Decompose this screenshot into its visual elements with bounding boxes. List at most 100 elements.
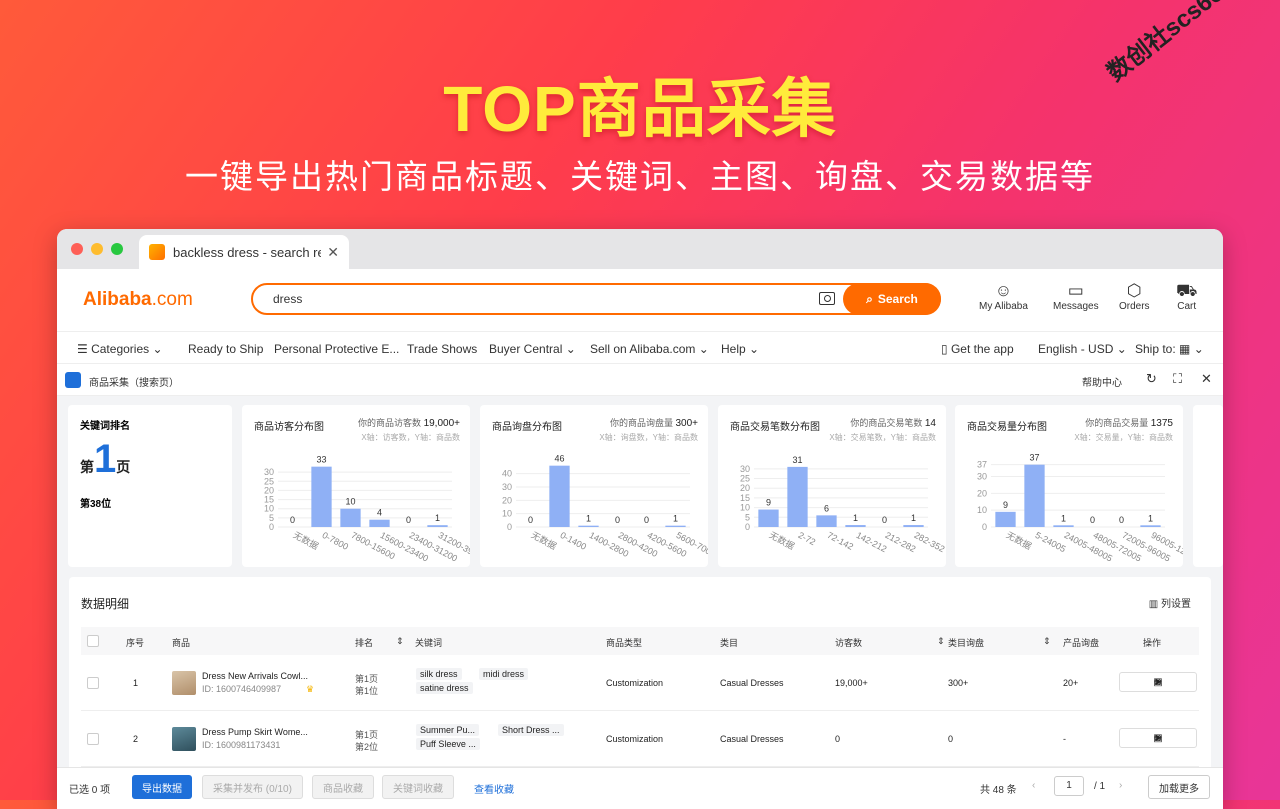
favorite-product-button[interactable]: 商品收藏 bbox=[312, 775, 374, 799]
y-tick-label: 20 bbox=[264, 485, 274, 495]
y-tick-label: 30 bbox=[977, 471, 987, 481]
search-icon: ⌕ bbox=[866, 292, 873, 307]
messages-link[interactable]: ▭Messages bbox=[1053, 281, 1099, 312]
page-input[interactable]: 1 bbox=[1054, 776, 1084, 796]
row-checkbox[interactable] bbox=[87, 677, 99, 689]
orders-icon: ⬡ bbox=[1119, 281, 1150, 301]
nav-ppe[interactable]: Personal Protective E... bbox=[274, 342, 399, 356]
chart-title: 商品询盘分布图 bbox=[492, 418, 562, 433]
sort-icon[interactable]: ⇕ bbox=[396, 636, 404, 647]
nav-trade-shows[interactable]: Trade Shows bbox=[407, 342, 477, 356]
y-tick-label: 10 bbox=[264, 504, 274, 514]
y-tick-label: 5 bbox=[745, 512, 750, 522]
bar bbox=[758, 510, 778, 527]
help-center-link[interactable]: 帮助中心 bbox=[1082, 374, 1122, 389]
chart-axis-note: X轴：交易量，Y轴：商品数 bbox=[1074, 432, 1173, 443]
plugin-logo-icon bbox=[65, 372, 81, 388]
fullscreen-icon[interactable]: ⛶ bbox=[1173, 371, 1182, 387]
data-label: 0 bbox=[406, 515, 411, 525]
y-tick-label: 0 bbox=[269, 522, 274, 532]
y-tick-label: 15 bbox=[264, 495, 274, 505]
data-label: 4 bbox=[377, 508, 382, 518]
site-header: Alibaba.com dress ⌕Search ☺My Alibaba ▭M… bbox=[57, 269, 1223, 331]
export-button[interactable]: 导出数据 bbox=[132, 775, 192, 799]
ship-to-select[interactable]: Ship to: ▦ ⌄ bbox=[1135, 342, 1204, 356]
close-tab-icon[interactable]: ✕ bbox=[327, 244, 339, 261]
col-actions: 操作 bbox=[1143, 636, 1161, 649]
title-bar: backless dress - search re ✕ bbox=[57, 229, 1223, 269]
sort-icon[interactable]: ⇕ bbox=[937, 636, 945, 647]
nav-buyer-central[interactable]: Buyer Central ⌄ bbox=[489, 342, 576, 356]
data-label: 0 bbox=[1090, 515, 1095, 525]
row-checkbox[interactable] bbox=[87, 733, 99, 745]
nav-categories[interactable]: ☰ Categories ⌄ bbox=[77, 342, 163, 356]
nav-help[interactable]: Help ⌄ bbox=[721, 342, 759, 356]
camera-icon[interactable] bbox=[819, 292, 835, 305]
search-input[interactable]: dress bbox=[273, 292, 302, 306]
product-inquiry: 20+ bbox=[1063, 678, 1078, 688]
y-tick-label: 10 bbox=[977, 505, 987, 515]
y-tick-label: 10 bbox=[740, 503, 750, 513]
collect-publish-button[interactable]: 采集并发布 (0/10) bbox=[202, 775, 303, 799]
bar bbox=[1024, 465, 1044, 527]
sort-icon[interactable]: ⇕ bbox=[1043, 636, 1051, 647]
y-tick-label: 0 bbox=[507, 522, 512, 532]
y-tick-label: 40 bbox=[502, 469, 512, 479]
data-label: 46 bbox=[554, 454, 564, 464]
minimize-window-button[interactable] bbox=[91, 243, 103, 255]
bar bbox=[903, 525, 923, 527]
view-favorites-link[interactable]: 查看收藏 bbox=[474, 781, 514, 796]
col-visitors[interactable]: 访客数 bbox=[835, 636, 862, 649]
cart-link[interactable]: ⛟Cart bbox=[1176, 281, 1197, 312]
favicon-icon bbox=[149, 244, 165, 260]
row-actions: ⊕▤➤ bbox=[1119, 672, 1197, 692]
product-category: Casual Dresses bbox=[720, 678, 784, 688]
browser-tab[interactable]: backless dress - search re ✕ bbox=[139, 235, 349, 269]
x-tick-label: 142-212 bbox=[855, 530, 889, 554]
settings-icon: ▥ bbox=[1149, 599, 1158, 610]
data-label: 1 bbox=[1061, 513, 1066, 523]
col-index: 序号 bbox=[126, 636, 144, 649]
nav-ready-to-ship[interactable]: Ready to Ship bbox=[188, 342, 263, 356]
data-label: 10 bbox=[345, 497, 355, 507]
nav-sell[interactable]: Sell on Alibaba.com ⌄ bbox=[590, 342, 709, 356]
rank-position: 第2位 bbox=[355, 740, 378, 753]
chart-summary: 你的商品交易笔数 14 bbox=[850, 416, 936, 429]
col-cat-inquiry[interactable]: 类目询盘 bbox=[948, 636, 984, 649]
send-icon[interactable]: ➤ bbox=[1154, 677, 1162, 688]
product-name[interactable]: Dress Pump Skirt Wome... bbox=[202, 727, 308, 737]
y-tick-label: 0 bbox=[982, 522, 987, 532]
refresh-icon[interactable]: ↻ bbox=[1146, 371, 1157, 387]
favorite-keyword-button[interactable]: 关键词收藏 bbox=[382, 775, 454, 799]
close-icon[interactable]: ✕ bbox=[1201, 371, 1212, 387]
send-icon[interactable]: ➤ bbox=[1154, 733, 1162, 744]
product-thumbnail[interactable] bbox=[172, 671, 196, 695]
bar bbox=[340, 509, 360, 527]
product-thumbnail[interactable] bbox=[172, 727, 196, 751]
chart-axis-note: X轴：交易笔数，Y轴：商品数 bbox=[829, 432, 936, 443]
y-tick-label: 15 bbox=[740, 493, 750, 503]
alibaba-logo[interactable]: Alibaba.com bbox=[83, 289, 193, 311]
select-all-checkbox[interactable] bbox=[87, 635, 99, 647]
load-more-button[interactable]: 加载更多 bbox=[1148, 775, 1210, 799]
prev-page-icon[interactable]: ‹ bbox=[1032, 780, 1035, 791]
close-window-button[interactable] bbox=[71, 243, 83, 255]
bar bbox=[995, 512, 1015, 527]
bar bbox=[787, 467, 807, 527]
product-id: ID: 1600746409987 bbox=[202, 684, 281, 694]
language-select[interactable]: English - USD ⌄ bbox=[1038, 342, 1127, 356]
orders-link[interactable]: ⬡Orders bbox=[1119, 281, 1150, 312]
row-index: 1 bbox=[133, 678, 138, 688]
bar bbox=[816, 515, 836, 527]
col-category: 类目 bbox=[720, 636, 738, 649]
my-alibaba-link[interactable]: ☺My Alibaba bbox=[979, 281, 1028, 312]
next-page-icon[interactable]: › bbox=[1119, 780, 1122, 791]
column-settings-button[interactable]: ▥ 列设置 bbox=[1149, 595, 1191, 610]
maximize-window-button[interactable] bbox=[111, 243, 123, 255]
product-inquiry: - bbox=[1063, 734, 1066, 744]
hero-subtitle: 一键导出热门商品标题、关键词、主图、询盘、交易数据等 bbox=[0, 150, 1280, 198]
col-rank[interactable]: 排名 bbox=[355, 636, 373, 649]
get-app-link[interactable]: ▯ Get the app bbox=[941, 342, 1014, 356]
product-name[interactable]: Dress New Arrivals Cowl... bbox=[202, 671, 308, 681]
search-button[interactable]: ⌕Search bbox=[843, 283, 941, 315]
